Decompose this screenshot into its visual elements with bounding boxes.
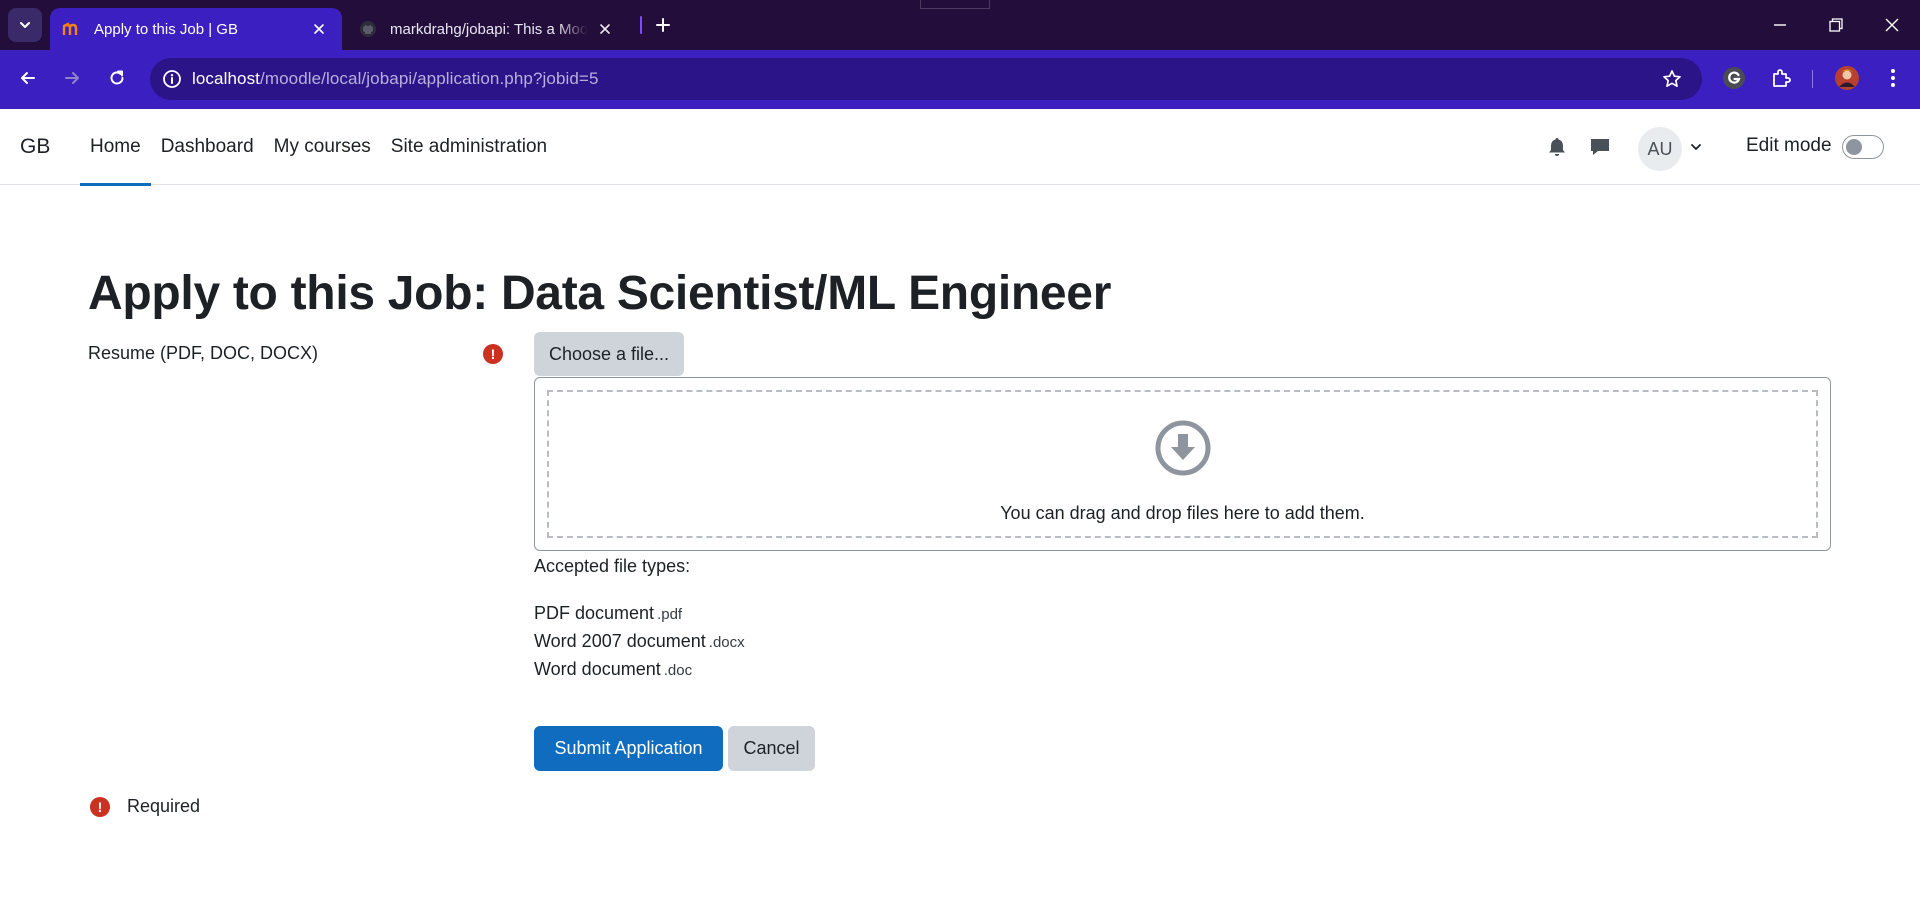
cancel-button[interactable]: Cancel xyxy=(728,726,815,771)
toggle-knob xyxy=(1846,139,1862,155)
arrow-right-icon xyxy=(65,72,79,84)
page-title: Apply to this Job: Data Scientist/ML Eng… xyxy=(88,267,1112,320)
moodle-favicon-icon xyxy=(62,19,82,39)
github-favicon-icon xyxy=(358,19,378,39)
browser-toolbar: localhost/moodle/local/jobapi/applicatio… xyxy=(0,50,1920,109)
restore-button[interactable] xyxy=(1808,0,1864,50)
list-item: Word document .doc xyxy=(534,659,745,687)
site-brand[interactable]: GB xyxy=(20,135,50,159)
close-icon xyxy=(1885,18,1899,32)
required-icon: ! xyxy=(90,797,110,817)
window-controls xyxy=(1752,0,1920,50)
grammarly-extension-icon[interactable] xyxy=(1718,62,1750,94)
file-type-ext: .docx xyxy=(708,634,745,651)
url-host: localhost xyxy=(192,69,260,88)
required-legend: Required xyxy=(127,796,201,816)
dropzone-dashed-area: You can drag and drop files here to add … xyxy=(547,390,1818,538)
required-icon: ! xyxy=(483,344,503,364)
edit-mode-toggle[interactable] xyxy=(1842,135,1884,159)
reload-button[interactable] xyxy=(101,62,133,94)
site-info-icon[interactable] xyxy=(152,58,192,100)
submit-application-button[interactable]: Submit Application xyxy=(534,726,723,771)
file-type-ext: .pdf xyxy=(657,606,683,623)
tab-title: Apply to this Job | GB xyxy=(94,20,238,38)
notifications-bell-icon[interactable] xyxy=(1545,135,1569,159)
back-button[interactable] xyxy=(12,62,44,94)
bookmark-star-icon[interactable] xyxy=(1660,67,1684,91)
edit-mode-label: Edit mode xyxy=(1746,135,1832,156)
tab-group-separator xyxy=(640,16,642,34)
dropzone-text: You can drag and drop files here to add … xyxy=(1000,503,1365,523)
file-type-name: Word document xyxy=(534,659,661,679)
profile-avatar-icon[interactable] xyxy=(1831,62,1863,94)
list-item: Word 2007 document .docx xyxy=(534,631,745,659)
download-arrow-icon xyxy=(1155,420,1210,476)
minimize-button[interactable] xyxy=(1752,0,1808,50)
primary-navigation: Home Dashboard My courses Site administr… xyxy=(80,109,557,186)
browser-tab-inactive[interactable]: markdrahg/jobapi: This a Moodle xyxy=(346,8,628,50)
chevron-down-icon[interactable] xyxy=(1688,139,1704,155)
tab-title: markdrahg/jobapi: This a Moodle xyxy=(390,20,588,38)
close-tab-icon[interactable] xyxy=(594,18,616,40)
nav-item-home[interactable]: Home xyxy=(80,109,151,186)
user-avatar[interactable]: AU xyxy=(1638,127,1682,171)
file-type-name: PDF document xyxy=(534,603,655,623)
address-bar[interactable]: localhost/moodle/local/jobapi/applicatio… xyxy=(150,58,1702,100)
tab-search-button[interactable] xyxy=(8,8,42,42)
minimize-icon xyxy=(1774,24,1786,26)
nav-item-my-courses[interactable]: My courses xyxy=(264,109,381,185)
list-item: PDF document .pdf xyxy=(534,603,745,631)
file-type-ext: .doc xyxy=(663,662,693,679)
url-text: localhost/moodle/local/jobapi/applicatio… xyxy=(192,69,599,89)
choose-file-button[interactable]: Choose a file... xyxy=(534,332,684,376)
toolbar-divider xyxy=(1812,70,1813,88)
browser-tabstrip: Apply to this Job | GB markdrahg/jobapi:… xyxy=(0,0,1920,50)
window-drag-notch xyxy=(920,0,990,9)
chevron-down-icon xyxy=(20,22,30,28)
reload-icon xyxy=(110,70,124,85)
site-navbar: GB Home Dashboard My courses Site admini… xyxy=(0,109,1920,186)
accepted-types-list: PDF document .pdf Word 2007 document .docx… xyxy=(534,603,745,687)
file-dropzone[interactable]: You can drag and drop files here to add … xyxy=(534,377,1831,551)
file-type-name: Word 2007 document xyxy=(534,631,706,651)
plus-icon xyxy=(656,18,670,32)
close-window-button[interactable] xyxy=(1864,0,1920,50)
extensions-puzzle-icon[interactable] xyxy=(1765,62,1797,94)
restore-icon xyxy=(1829,18,1843,32)
browser-menu-icon[interactable] xyxy=(1877,62,1909,94)
messages-chat-icon[interactable] xyxy=(1588,135,1612,159)
close-tab-icon[interactable] xyxy=(308,18,330,40)
nav-item-dashboard[interactable]: Dashboard xyxy=(151,109,264,185)
resume-field-label: Resume (PDF, DOC, DOCX) xyxy=(88,343,319,363)
url-path: /moodle/local/jobapi/application.php?job… xyxy=(260,69,599,88)
browser-tab-active[interactable]: Apply to this Job | GB xyxy=(50,8,342,50)
accepted-types-label: Accepted file types: xyxy=(534,556,691,576)
arrow-left-icon xyxy=(21,72,35,84)
nav-item-site-administration[interactable]: Site administration xyxy=(381,109,557,185)
forward-button[interactable] xyxy=(56,62,88,94)
new-tab-button[interactable] xyxy=(650,12,676,38)
